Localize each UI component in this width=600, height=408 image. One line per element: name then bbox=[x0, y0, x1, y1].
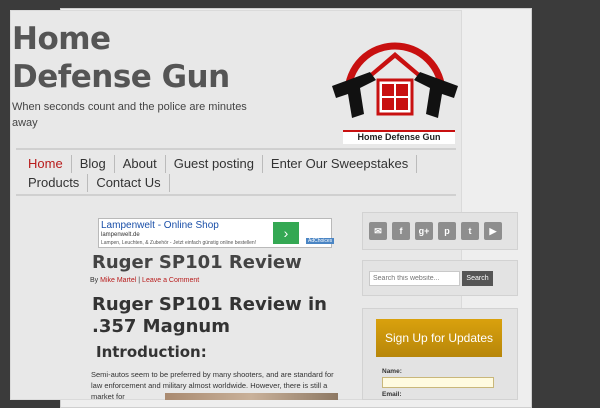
search-input[interactable] bbox=[369, 271, 460, 286]
logo-text: Home Defense Gun bbox=[343, 130, 455, 144]
nav-item-blog[interactable]: Blog bbox=[72, 155, 115, 173]
post-subheading: Introduction: bbox=[96, 343, 207, 361]
search-button[interactable]: Search bbox=[462, 271, 493, 286]
name-field[interactable] bbox=[382, 377, 494, 388]
byline-by: By bbox=[90, 277, 99, 284]
nav-item-contact[interactable]: Contact Us bbox=[88, 174, 170, 192]
nav-item-home[interactable]: Home bbox=[20, 155, 72, 173]
twitter-icon[interactable]: t bbox=[461, 222, 479, 240]
primary-nav: Home Blog About Guest posting Enter Our … bbox=[16, 148, 456, 196]
ad-arrow-icon[interactable]: › bbox=[273, 222, 299, 244]
signup-heading: Sign Up for Updates bbox=[376, 319, 502, 357]
youtube-icon[interactable]: ▶ bbox=[484, 222, 502, 240]
site-description: When seconds count and the police are mi… bbox=[12, 101, 247, 129]
ad-description: Lampen, Leuchten, & Zubehör - Jetzt einf… bbox=[101, 240, 257, 246]
post-image bbox=[165, 393, 338, 400]
email-icon[interactable]: ✉ bbox=[369, 222, 387, 240]
site-title[interactable]: Home Defense Gun bbox=[12, 20, 252, 96]
ad-choices-badge[interactable]: AdChoices bbox=[306, 238, 335, 244]
nav-item-sweepstakes[interactable]: Enter Our Sweepstakes bbox=[263, 155, 418, 173]
post-heading: Ruger SP101 Review in .357 Magnum bbox=[92, 294, 327, 337]
nav-item-guest-posting[interactable]: Guest posting bbox=[166, 155, 263, 173]
post-byline: By Mike Martel | Leave a Comment bbox=[90, 277, 199, 284]
email-label: Email: bbox=[382, 391, 402, 398]
site-logo[interactable] bbox=[330, 38, 460, 138]
nav-item-about[interactable]: About bbox=[115, 155, 166, 173]
comment-link[interactable]: Leave a Comment bbox=[142, 277, 199, 284]
ad-url[interactable]: lampenwelt.de bbox=[101, 232, 140, 238]
post-title[interactable]: Ruger SP101 Review bbox=[92, 252, 352, 273]
byline-separator: | bbox=[138, 277, 141, 284]
google-plus-icon[interactable]: g+ bbox=[415, 222, 433, 240]
name-label: Name: bbox=[382, 368, 402, 375]
nav-item-products[interactable]: Products bbox=[20, 174, 89, 192]
pinterest-icon[interactable]: p bbox=[438, 222, 456, 240]
ad-title[interactable]: Lampenwelt - Online Shop bbox=[101, 220, 219, 231]
facebook-icon[interactable]: f bbox=[392, 222, 410, 240]
ad-banner[interactable]: Lampenwelt - Online Shop lampenwelt.de L… bbox=[98, 218, 335, 248]
social-icons: ✉ f g+ p t ▶ bbox=[369, 222, 502, 240]
author-link[interactable]: Mike Martel bbox=[100, 277, 136, 284]
